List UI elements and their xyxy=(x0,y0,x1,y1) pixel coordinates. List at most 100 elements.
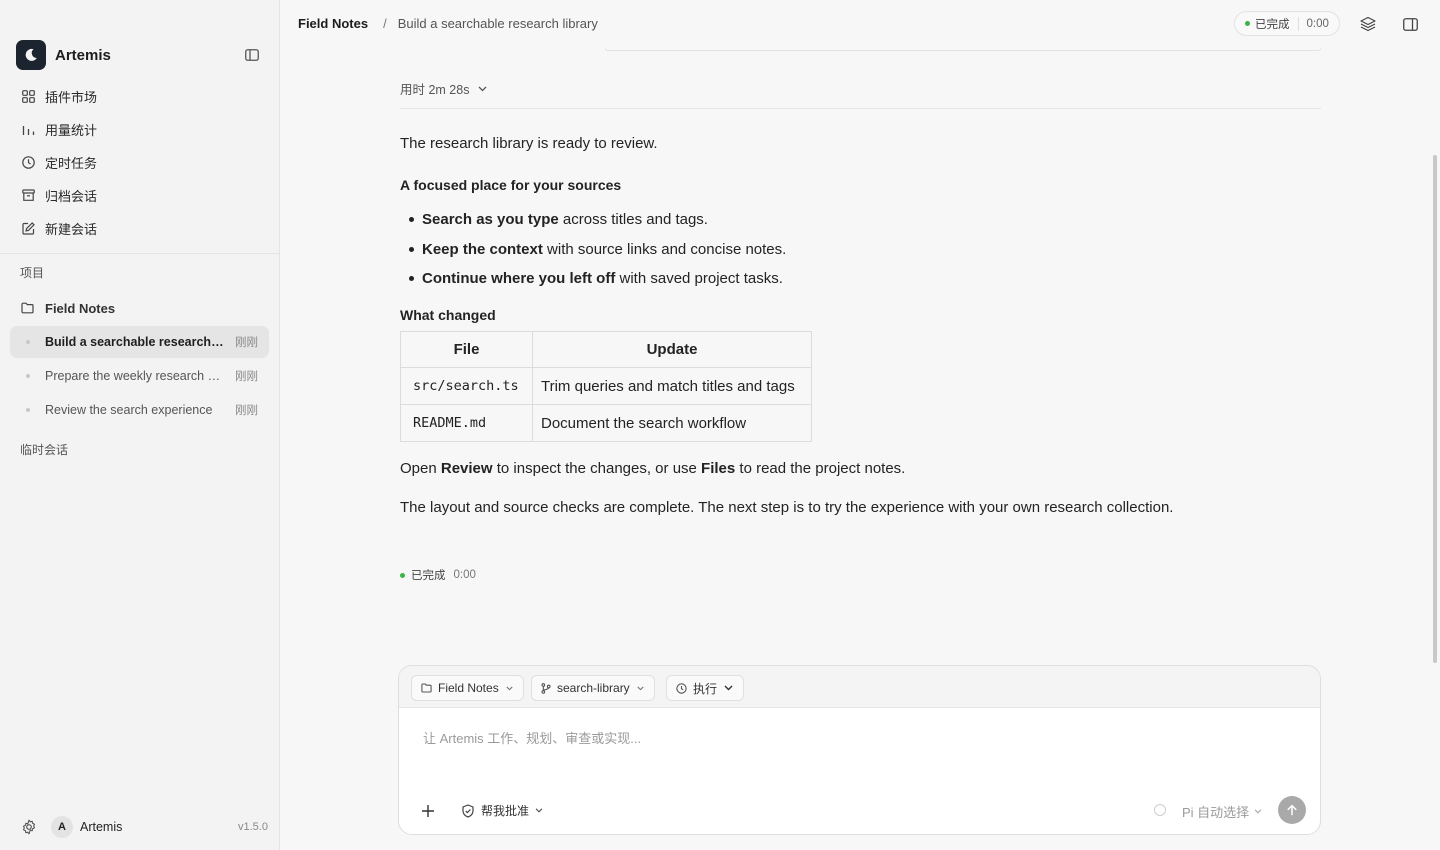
top-bar: Field Notes / Build a searchable researc… xyxy=(280,0,1440,48)
sidebar-footer: A Artemis v1.5.0 xyxy=(0,814,279,840)
scrollbar[interactable] xyxy=(1433,155,1437,663)
avatar[interactable]: A xyxy=(51,816,73,838)
nav-label: 插件市场 xyxy=(45,90,98,105)
sidebar-divider xyxy=(0,253,279,254)
edit-icon xyxy=(21,222,35,236)
breadcrumb: Field Notes / Build a searchable researc… xyxy=(298,16,598,31)
project-field-notes[interactable]: Field Notes xyxy=(10,295,270,321)
nav-label: 新建会话 xyxy=(45,222,98,237)
nav-new-session[interactable]: 新建会话 xyxy=(10,212,270,245)
session-dot xyxy=(26,340,30,344)
bullet-text: with source links and concise notes. xyxy=(542,240,787,258)
status-timer: 0:00 xyxy=(453,569,476,581)
files-reference: Files xyxy=(701,460,736,477)
nav-usage-stats[interactable]: 用量统计 xyxy=(10,113,270,146)
status-badge: 已完成 0:00 xyxy=(1234,11,1340,36)
bullet-bold: Continue where you left off xyxy=(422,270,616,288)
nav-archived-sessions[interactable]: 归档会话 xyxy=(10,179,270,212)
text: to inspect the changes, or use xyxy=(492,460,702,477)
sidebar-toggle-icon[interactable] xyxy=(243,47,261,63)
project-select[interactable]: Field Notes xyxy=(411,675,524,701)
layers-icon[interactable] xyxy=(1359,15,1377,33)
panel-toggle-icon[interactable] xyxy=(1401,15,1419,33)
status-text: 已完成 xyxy=(1255,18,1290,31)
table-header-row: File Update xyxy=(400,331,812,368)
archive-icon xyxy=(21,189,35,203)
model-select-label: Pi 自动选择 xyxy=(1182,805,1250,820)
shield-check-icon xyxy=(462,803,474,818)
brand[interactable]: Artemis xyxy=(16,40,111,70)
mode-select[interactable]: 执行 xyxy=(666,675,745,701)
bar-chart-icon xyxy=(21,123,35,137)
chevron-down-icon xyxy=(535,808,543,813)
app-logo xyxy=(16,40,46,70)
chevron-down-icon xyxy=(637,686,644,690)
list-item: Search as you type across titles and tag… xyxy=(400,205,786,235)
app-name: Artemis xyxy=(55,46,111,64)
nav-label: 用量统计 xyxy=(45,123,98,138)
session-title: Build a searchable research library xyxy=(45,335,227,349)
table-row: src/search.ts Trim queries and match tit… xyxy=(400,367,812,405)
message-status: 已完成 0:00 xyxy=(400,567,476,583)
main-nav: 插件市场 用量统计 定时任务 归档会话 新建会话 xyxy=(10,80,270,245)
bullet-text: with saved project tasks. xyxy=(615,270,783,288)
table-cell-update: Trim queries and match titles and tags xyxy=(532,367,812,405)
user-name[interactable]: Artemis xyxy=(80,820,122,834)
message-heading: What changed xyxy=(400,307,496,323)
session-item[interactable]: Prepare the weekly research brief 刚刚 xyxy=(10,360,269,392)
grid-icon xyxy=(21,90,35,104)
status-dot xyxy=(1245,21,1250,26)
status-text: 已完成 xyxy=(411,570,446,582)
list-item: Keep the context with source links and c… xyxy=(400,235,786,265)
branch-select[interactable]: search-library xyxy=(531,675,655,701)
approval-mode-label: 帮我批准 xyxy=(481,804,530,818)
moon-icon xyxy=(25,48,37,61)
chevron-down-icon xyxy=(479,86,487,91)
table-cell-file: README.md xyxy=(400,404,533,442)
feature-list: Search as you type across titles and tag… xyxy=(400,205,786,294)
duration-toggle[interactable]: 用时 2m 28s xyxy=(400,79,487,98)
loading-indicator xyxy=(1154,804,1166,816)
chevron-down-icon xyxy=(506,686,513,690)
session-item[interactable]: Review the search experience 刚刚 xyxy=(10,394,269,426)
add-attachment-icon[interactable] xyxy=(418,801,438,826)
session-dot xyxy=(26,374,30,378)
text: to read the project notes. xyxy=(735,460,906,477)
app-version: v1.5.0 xyxy=(238,821,268,833)
clock-icon xyxy=(676,682,687,694)
bullet-bold: Search as you type xyxy=(422,211,559,229)
session-item[interactable]: Build a searchable research library 刚刚 xyxy=(10,326,269,358)
bullet-dot xyxy=(409,276,414,282)
status-timer: 0:00 xyxy=(1306,17,1329,30)
session-time: 刚刚 xyxy=(235,371,258,383)
gear-icon[interactable] xyxy=(21,819,37,840)
composer: Field Notes search-library 执行 让 Artemis … xyxy=(398,665,1321,835)
nav-plugin-market[interactable]: 插件市场 xyxy=(10,80,270,113)
message-intro: The research library is ready to review. xyxy=(400,135,658,152)
clock-icon xyxy=(21,156,35,170)
list-item: Continue where you left off with saved p… xyxy=(400,264,786,294)
nav-scheduled-tasks[interactable]: 定时任务 xyxy=(10,146,270,179)
send-button[interactable] xyxy=(1278,796,1306,824)
sidebar: Artemis 插件市场 用量统计 定时任务 归档会话 新建会话 项目 Fiel… xyxy=(0,0,280,850)
approval-mode-select[interactable]: 帮我批准 xyxy=(461,802,543,819)
projects-section-label: 项目 xyxy=(20,266,45,280)
breadcrumb-title: Build a searchable research library xyxy=(397,16,598,31)
breadcrumb-project[interactable]: Field Notes xyxy=(298,16,368,31)
changes-table: File Update src/search.ts Trim queries a… xyxy=(400,331,812,442)
arrow-up-icon xyxy=(1287,804,1297,816)
review-reference: Review xyxy=(440,460,493,477)
previous-message-edge xyxy=(605,48,1321,51)
message-instructions: Open Review to inspect the changes, or u… xyxy=(400,458,905,480)
bullet-text: across titles and tags. xyxy=(558,211,708,229)
text: Open xyxy=(400,460,441,477)
table-header: Update xyxy=(532,331,812,368)
bullet-dot xyxy=(409,246,414,252)
message-heading: A focused place for your sources xyxy=(400,177,622,193)
session-title: Review the search experience xyxy=(45,403,213,417)
branch-select-label: search-library xyxy=(557,681,630,695)
nav-label: 归档会话 xyxy=(45,189,98,204)
model-select[interactable]: Pi 自动选择 xyxy=(1182,802,1262,821)
session-time: 刚刚 xyxy=(235,405,258,417)
prompt-input[interactable]: 让 Artemis 工作、规划、审查或实现... xyxy=(423,728,641,747)
